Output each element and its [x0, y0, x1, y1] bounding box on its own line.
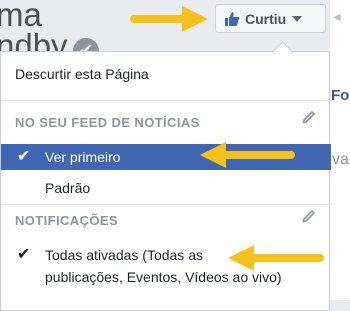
- arrow-icon: [130, 6, 208, 32]
- pencil-icon[interactable]: [301, 109, 317, 125]
- menu-item-default-label: Padrão: [45, 180, 91, 196]
- menu-item-default[interactable]: Padrão: [1, 180, 331, 196]
- background-panel: [330, 0, 350, 300]
- pencil-icon[interactable]: [301, 208, 317, 224]
- arrow-icon: [200, 142, 295, 168]
- menu-item-unlike-label: Descurtir esta Página: [15, 66, 149, 82]
- menu-item-unlike[interactable]: Descurtir esta Página: [1, 66, 331, 82]
- thumbs-up-icon: [225, 11, 240, 26]
- arrow-icon: [228, 245, 324, 271]
- divider: [1, 204, 331, 205]
- liked-button[interactable]: Curtiu: [215, 4, 326, 33]
- checkmark-icon: ✔: [17, 148, 31, 165]
- caret-down-icon: [292, 15, 303, 22]
- checkmark-icon: ✔: [17, 246, 31, 263]
- divider: [1, 100, 331, 101]
- background-text-fragment: va: [332, 151, 349, 168]
- background-link-fragment: Fo: [331, 87, 350, 104]
- section-notifications: NOTIFICAÇÕES: [15, 213, 119, 228]
- section-news-feed: NO SEU FEED DE NOTÍCIAS: [15, 115, 200, 130]
- liked-button-label: Curtiu: [245, 10, 287, 27]
- menu-item-see-first-label: Ver primeiro: [45, 149, 121, 165]
- caret-left-icon: ◀: [333, 12, 341, 23]
